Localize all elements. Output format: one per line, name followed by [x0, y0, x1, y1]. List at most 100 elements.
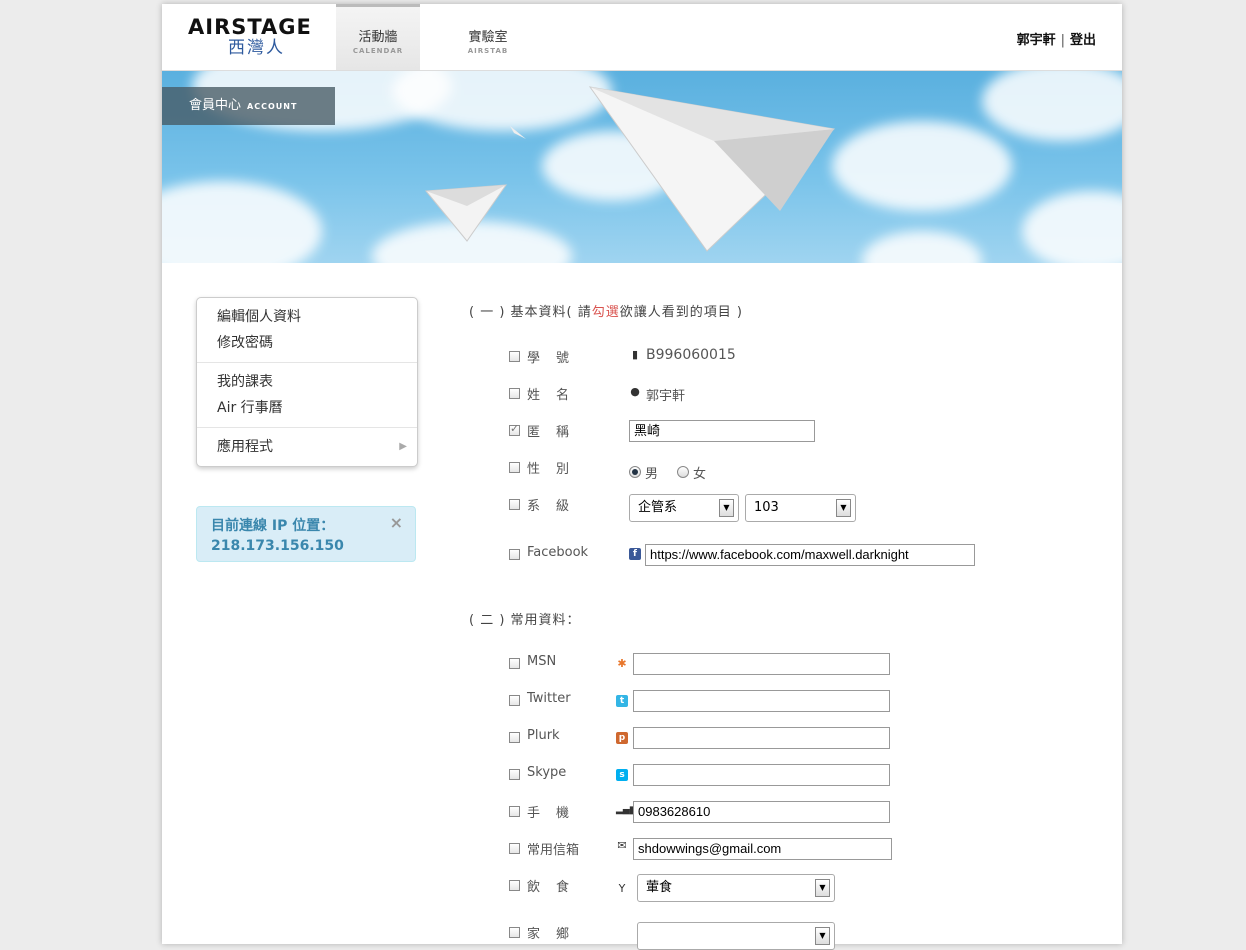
- menu-item-applications-label: 應用程式: [217, 439, 273, 455]
- checkbox-skype[interactable]: [509, 769, 520, 780]
- chevron-down-icon: ▼: [719, 499, 734, 517]
- department-select[interactable]: 企管系 ▼: [629, 494, 739, 522]
- person-icon: ●: [630, 385, 640, 398]
- checkbox-phone[interactable]: [509, 806, 520, 817]
- menu-group-profile: 編輯個人資料 修改密碼: [197, 298, 417, 363]
- skype-icon: s: [616, 769, 628, 781]
- label-plurk: Plurk: [527, 728, 560, 743]
- section-basic-title-highlight: 勾選: [591, 305, 620, 320]
- student-id-value: B996060015: [646, 347, 736, 363]
- plurk-icon: p: [616, 732, 628, 744]
- label-msn: MSN: [527, 654, 557, 669]
- account-center-tab[interactable]: 會員中心 ACCOUNT: [162, 87, 335, 125]
- menu-item-edit-profile[interactable]: 編輯個人資料: [197, 304, 417, 330]
- label-name: 姓名: [527, 388, 586, 403]
- sidebar-menu: 編輯個人資料 修改密碼 我的課表 Air 行事曆 應用程式 ▶: [196, 297, 418, 467]
- label-hometown: 家鄉: [527, 927, 586, 942]
- twitter-input[interactable]: [633, 690, 890, 712]
- logout-link[interactable]: 登出: [1070, 33, 1096, 48]
- section-basic-title: ( 一 ) 基本資料( 請勾選欲讓人看到的項目 ): [469, 301, 743, 320]
- checkbox-gender[interactable]: [509, 462, 520, 473]
- checkbox-msn[interactable]: [509, 658, 520, 669]
- tab-lab-sub: AIRSTAB: [467, 47, 509, 55]
- section-basic-title-prefix: ( 一 ) 基本資料( 請: [469, 305, 592, 320]
- checkbox-plurk[interactable]: [509, 732, 520, 743]
- id-card-icon: ▮: [631, 348, 639, 361]
- account-sub-label: ACCOUNT: [247, 102, 298, 111]
- radio-male[interactable]: [629, 466, 641, 478]
- ip-info-alert: 目前連線 IP 位置： 218.173.156.150 ×: [196, 506, 416, 562]
- page-container: AIRSTAGE 西灣人 活動牆 CALENDAR 實驗室 AIRSTAB 郭宇…: [162, 4, 1122, 950]
- year-select-value: 103: [754, 500, 779, 515]
- section-basic-title-suffix: 欲讓人看到的項目 ): [619, 305, 743, 320]
- menu-group-apps: 應用程式 ▶: [197, 428, 417, 466]
- logo-text: AIRSTAGE: [188, 15, 312, 39]
- facebook-icon: f: [629, 548, 641, 560]
- diet-select[interactable]: 葷食 ▼: [637, 874, 835, 902]
- label-nickname: 匿稱: [527, 425, 586, 440]
- chevron-down-icon: ▼: [815, 879, 830, 897]
- checkbox-nickname[interactable]: [509, 422, 520, 436]
- user-separator: |: [1060, 33, 1065, 48]
- msn-icon: ✱: [617, 657, 627, 670]
- chevron-down-icon: ▼: [815, 927, 830, 945]
- checkbox-hometown[interactable]: [509, 927, 520, 938]
- user-name-link[interactable]: 郭宇軒: [1017, 33, 1056, 48]
- section-common-title: ( 二 ) 常用資料：: [469, 613, 581, 628]
- email-input[interactable]: shdowwings@gmail.com: [633, 838, 892, 860]
- msn-input[interactable]: [633, 653, 890, 675]
- signal-icon: ▂▄▆: [616, 805, 637, 815]
- top-header: AIRSTAGE 西灣人 活動牆 CALENDAR 實驗室 AIRSTAB 郭宇…: [162, 4, 1122, 71]
- plurk-input[interactable]: [633, 727, 890, 749]
- label-twitter: Twitter: [527, 691, 571, 706]
- menu-item-air-calendar[interactable]: Air 行事曆: [197, 395, 417, 421]
- checkbox-department[interactable]: [509, 499, 520, 510]
- nickname-input[interactable]: 黑崎: [629, 420, 815, 442]
- name-value: 郭宇軒: [646, 389, 686, 404]
- airstage-logo[interactable]: AIRSTAGE 西灣人: [188, 16, 312, 58]
- department-select-value: 企管系: [638, 500, 678, 515]
- tab-lab[interactable]: 實驗室 AIRSTAB: [446, 4, 530, 70]
- chevron-down-icon: ▼: [836, 499, 851, 517]
- user-area: 郭宇軒 | 登出: [1017, 29, 1096, 48]
- label-department: 系級: [527, 499, 586, 514]
- ip-label: 目前連線 IP 位置：: [211, 518, 335, 534]
- account-label: 會員中心: [189, 98, 242, 113]
- menu-item-applications[interactable]: 應用程式 ▶: [197, 434, 417, 460]
- envelope-icon: ✉: [617, 839, 627, 852]
- label-email: 常用信箱: [527, 843, 580, 858]
- checkbox-name[interactable]: [509, 388, 520, 399]
- diet-select-value: 葷食: [646, 880, 673, 895]
- label-skype: Skype: [527, 765, 567, 780]
- checkbox-diet[interactable]: [509, 880, 520, 891]
- checkbox-facebook[interactable]: [509, 549, 520, 560]
- menu-item-change-password[interactable]: 修改密碼: [197, 330, 417, 356]
- skype-input[interactable]: [633, 764, 890, 786]
- menu-group-schedule: 我的課表 Air 行事曆: [197, 363, 417, 428]
- checkbox-twitter[interactable]: [509, 695, 520, 706]
- tab-calendar[interactable]: 活動牆 CALENDAR: [336, 4, 420, 70]
- hometown-select[interactable]: ▼: [637, 922, 835, 950]
- label-student-id: 學號: [527, 351, 586, 366]
- year-select[interactable]: 103 ▼: [745, 494, 856, 522]
- close-icon[interactable]: ×: [390, 513, 403, 533]
- phone-input[interactable]: 0983628610: [633, 801, 890, 823]
- radio-female-label: 女: [693, 467, 707, 482]
- sky-banner: 會員中心 ACCOUNT: [162, 71, 1122, 263]
- ip-address: 218.173.156.150: [211, 538, 344, 554]
- facebook-url-input[interactable]: https://www.facebook.com/maxwell.darknig…: [645, 544, 975, 566]
- chevron-right-icon: ▶: [399, 441, 407, 452]
- tab-calendar-label: 活動牆: [358, 30, 398, 45]
- checkbox-email[interactable]: [509, 843, 520, 854]
- radio-male-label: 男: [645, 467, 659, 482]
- menu-item-my-schedule[interactable]: 我的課表: [197, 369, 417, 395]
- tab-lab-label: 實驗室: [468, 30, 508, 45]
- twitter-icon: t: [616, 695, 628, 707]
- checkbox-student-id[interactable]: [509, 351, 520, 362]
- radio-female[interactable]: [677, 466, 689, 478]
- label-gender: 性別: [527, 462, 586, 477]
- label-facebook: Facebook: [527, 545, 589, 560]
- label-diet: 飲食: [527, 880, 586, 895]
- logo-subtitle: 西灣人: [228, 38, 285, 58]
- label-phone: 手機: [527, 806, 586, 821]
